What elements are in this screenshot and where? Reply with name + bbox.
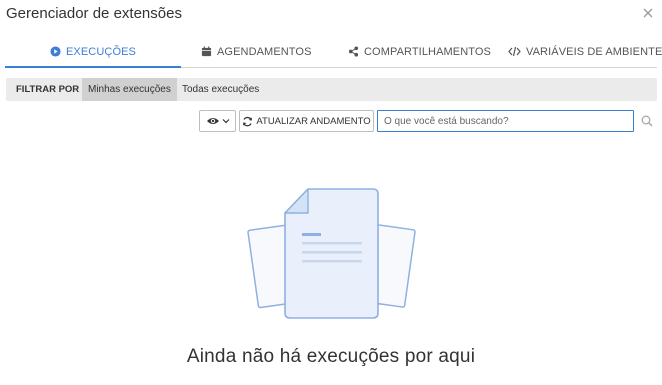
tab-bar: EXECUÇÕES AGENDAMENTOS COMPARTILHAMENTOS… bbox=[5, 36, 662, 68]
tab-label: VARIÁVEIS DE AMBIENTE bbox=[526, 45, 662, 58]
filter-option-todas-execucoes[interactable]: Todas execuções bbox=[176, 78, 265, 101]
search-button[interactable] bbox=[636, 110, 658, 132]
tab-label: AGENDAMENTOS bbox=[217, 45, 312, 58]
window-titlebar: Gerenciador de extensões bbox=[0, 0, 662, 30]
tab-execucoes[interactable]: EXECUÇÕES bbox=[5, 36, 181, 68]
filter-bar: FILTRAR POR Minhas execuções Todas execu… bbox=[6, 78, 657, 101]
eye-icon bbox=[206, 118, 219, 124]
tab-label: EXECUÇÕES bbox=[66, 45, 136, 58]
refresh-icon bbox=[243, 116, 253, 126]
empty-state-message: Ainda não há execuções por aqui bbox=[186, 346, 476, 367]
tab-compartilhamentos[interactable]: COMPARTILHAMENTOS bbox=[348, 36, 491, 67]
search-input[interactable] bbox=[377, 110, 634, 132]
tab-variaveis-de-ambiente[interactable]: VARIÁVEIS DE AMBIENTE bbox=[508, 36, 662, 67]
calendar-icon bbox=[201, 46, 212, 57]
code-icon bbox=[508, 46, 521, 57]
window-title: Gerenciador de extensões bbox=[6, 5, 182, 22]
refresh-label: ATUALIZAR ANDAMENTO bbox=[256, 115, 371, 127]
filter-label: FILTRAR POR bbox=[16, 84, 80, 95]
close-icon[interactable] bbox=[640, 5, 656, 21]
document-stack-icon bbox=[247, 188, 416, 319]
chevron-down-icon bbox=[222, 119, 229, 124]
view-toggle-button[interactable] bbox=[199, 110, 236, 132]
play-circle-icon bbox=[50, 46, 61, 57]
search-icon bbox=[641, 115, 653, 127]
tab-agendamentos[interactable]: AGENDAMENTOS bbox=[201, 36, 312, 67]
share-icon bbox=[348, 46, 359, 57]
tab-label: COMPARTILHAMENTOS bbox=[364, 45, 491, 58]
refresh-progress-button[interactable]: ATUALIZAR ANDAMENTO bbox=[239, 110, 374, 132]
filter-option-minhas-execucoes[interactable]: Minhas execuções bbox=[82, 78, 177, 101]
